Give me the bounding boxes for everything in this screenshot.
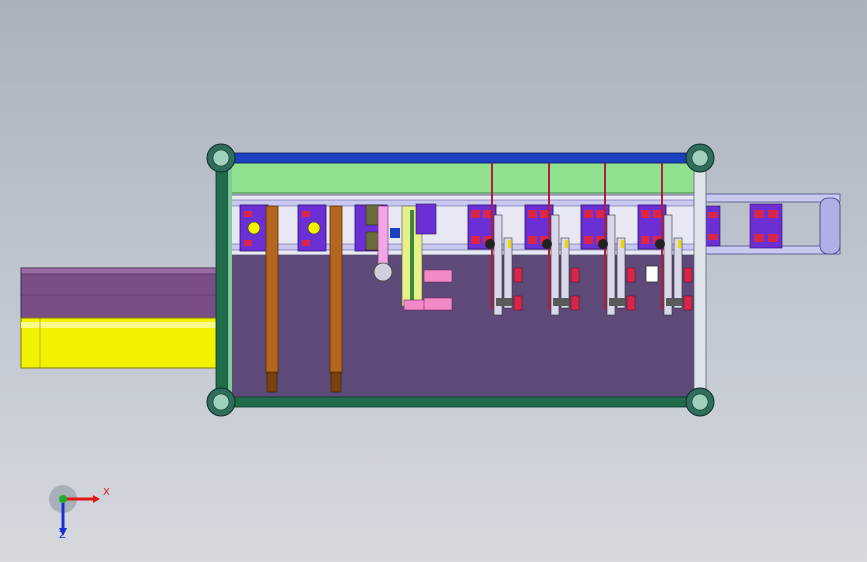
outfeed-rail-top: [699, 193, 841, 203]
station-pivot: [655, 239, 665, 249]
outfeed-conveyor[interactable]: [699, 193, 841, 255]
loader-actuator-2: [297, 204, 327, 252]
station-tab: [565, 240, 568, 248]
station-carrier-pad: [641, 210, 650, 218]
triad-y-axis: [59, 495, 67, 503]
station-carrier-pad: [584, 210, 593, 218]
station-pivot: [485, 239, 495, 249]
station-column-2: [560, 237, 570, 309]
corner-foot-bottom-left: [206, 387, 236, 417]
station-stop-1: [683, 267, 693, 283]
station-column-2: [673, 237, 683, 309]
right-post: [693, 154, 707, 406]
station-carrier-pad: [641, 236, 650, 244]
triad-z-label: Z: [59, 530, 66, 541]
conveyor-rail-top: [221, 199, 701, 207]
station-carrier-pad: [584, 236, 593, 244]
station-column-2: [616, 237, 626, 309]
index-bracket: [415, 203, 437, 235]
outfeed-block-2: [749, 203, 783, 249]
triad-x-label: X: [103, 487, 110, 498]
index-link-pink: [377, 205, 389, 269]
station-base: [666, 298, 682, 306]
station-base: [553, 298, 569, 306]
bottom-rail-green: [213, 396, 707, 408]
pusher-cylinder-2: [329, 205, 343, 393]
station-carrier-pad: [528, 236, 537, 244]
outfeed-roller: [819, 197, 841, 255]
station-tab: [678, 240, 681, 248]
station-carrier-pad: [653, 210, 662, 218]
station-column-2: [503, 237, 513, 309]
orientation-triad[interactable]: [49, 485, 100, 536]
loader-actuator-1: [239, 204, 269, 252]
station-carrier-pad: [471, 236, 480, 244]
pusher-cylinder-1: [265, 205, 279, 393]
top-rail-blue: [213, 152, 707, 164]
station-tab: [508, 240, 511, 248]
station-carrier-pad: [528, 210, 537, 218]
index-square: [390, 228, 400, 238]
left-post: [215, 154, 229, 406]
station-base: [496, 298, 512, 306]
station-stop-2: [513, 295, 523, 311]
cad-graphics-viewport[interactable]: X Z: [0, 0, 867, 562]
corner-foot-bottom-right: [685, 387, 715, 417]
station-tab: [621, 240, 624, 248]
station-stop-2: [626, 295, 636, 311]
station-stop-1: [570, 267, 580, 283]
conveyor-rail-bottom: [221, 243, 701, 251]
station-carrier-pad: [540, 210, 549, 218]
station-stop-1: [626, 267, 636, 283]
station-carrier-pad: [596, 210, 605, 218]
outfeed-block-1: [705, 205, 721, 247]
station-stop-2: [570, 295, 580, 311]
corner-foot-top-left: [206, 143, 236, 173]
corner-foot-top-right: [685, 143, 715, 173]
index-wheel: [373, 262, 393, 282]
station-pivot: [542, 239, 552, 249]
station-carrier-pad: [471, 210, 480, 218]
index-pad-2: [423, 297, 453, 311]
station-stop-2: [683, 295, 693, 311]
guard-panel-green: [221, 162, 701, 194]
main-frame[interactable]: [206, 143, 715, 417]
station-stop-1: [513, 267, 523, 283]
station-carrier-pad: [483, 210, 492, 218]
machine-assembly-model[interactable]: [0, 0, 867, 562]
station-base: [609, 298, 625, 306]
index-column-slot: [410, 210, 414, 300]
triad-x-arrow: [93, 495, 100, 503]
station-pivot: [598, 239, 608, 249]
index-pad-1: [423, 269, 453, 283]
left-post-inner: [228, 165, 232, 397]
sensor-box: [645, 265, 659, 283]
